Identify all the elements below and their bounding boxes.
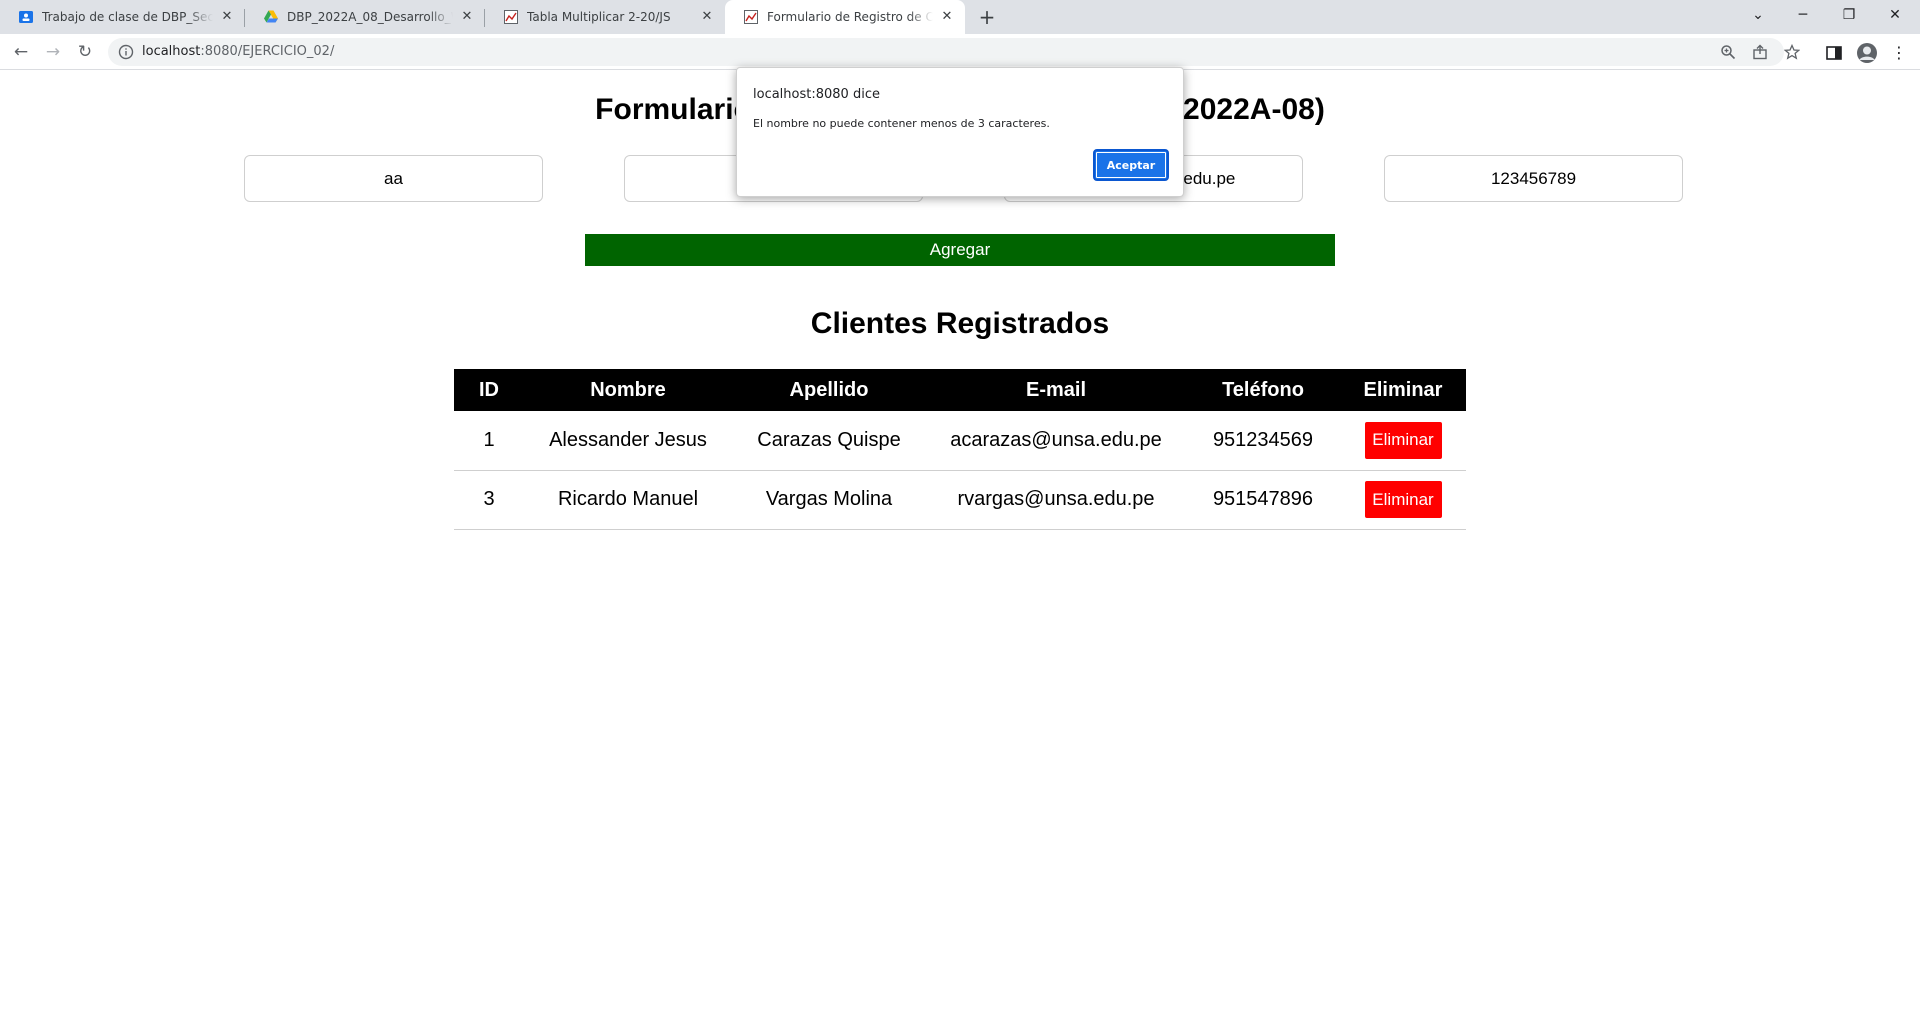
forward-button[interactable]: → [41, 40, 65, 64]
address-bar[interactable]: localhost:8080/EJERCICIO_02/ [108, 38, 1800, 66]
column-header-email: E-mail [926, 369, 1186, 411]
cell-telefono: 951547896 [1186, 470, 1340, 530]
close-window-button[interactable]: ✕ [1872, 0, 1918, 30]
classroom-icon [19, 11, 33, 23]
cell-id: 3 [454, 470, 524, 530]
url-host: localhost [142, 44, 201, 59]
cell-email: rvargas@unsa.edu.pe [926, 470, 1186, 530]
column-header-telefono: Teléfono [1186, 369, 1340, 411]
page-content: Formulario de Registro de Clientes (DBP … [0, 71, 1920, 1034]
section-title: Clientes Registrados [810, 307, 1110, 340]
minimize-button[interactable]: ─ [1780, 0, 1826, 30]
bookmark-star-icon[interactable] [1784, 44, 1800, 60]
browser-toolbar: ← → ↻ localhost:8080/EJERCICIO_02/ ⋮ [0, 34, 1920, 70]
table-row: 1 Alessander Jesus Carazas Quispe acaraz… [454, 411, 1466, 471]
delete-button[interactable]: Eliminar [1364, 421, 1442, 459]
tab-title: DBP_2022A_08_Desarrollo_Web_Gestión [287, 10, 453, 24]
close-icon[interactable]: ✕ [459, 9, 475, 25]
accept-button[interactable]: Aceptar [1093, 149, 1169, 181]
browser-tab[interactable]: DBP_2022A_08_Desarrollo_Web_Gestión ✕ [245, 0, 485, 34]
share-icon[interactable] [1752, 44, 1768, 60]
cell-telefono: 951234569 [1186, 411, 1340, 471]
url-path: :8080/EJERCICIO_02/ [200, 44, 335, 59]
table-row: 3 Ricardo Manuel Vargas Molina rvargas@u… [454, 470, 1466, 530]
side-panel-icon[interactable] [1825, 44, 1843, 62]
page-icon [504, 10, 518, 24]
column-header-id: ID [454, 369, 524, 411]
page-icon [744, 10, 758, 24]
cell-id: 1 [454, 411, 524, 471]
browser-tab[interactable]: Tabla Multiplicar 2-20/JS ✕ [485, 0, 725, 34]
browser-tab[interactable]: Trabajo de clase de DBP_SecA_2022 ✕ [0, 0, 245, 34]
restore-button[interactable]: ❐ [1826, 0, 1872, 30]
cell-action: Eliminar [1340, 470, 1466, 530]
cell-nombre: Ricardo Manuel [524, 470, 732, 530]
close-icon[interactable]: ✕ [219, 9, 235, 25]
telefono-input[interactable] [1384, 155, 1683, 202]
back-button[interactable]: ← [9, 40, 33, 64]
column-header-nombre: Nombre [524, 369, 732, 411]
info-icon[interactable] [118, 44, 134, 60]
cell-action: Eliminar [1340, 411, 1466, 471]
clients-table: ID Nombre Apellido E-mail Teléfono Elimi… [454, 369, 1466, 530]
cell-nombre: Alessander Jesus [524, 411, 732, 471]
browser-tab-active[interactable]: Formulario de Registro de Clientes ✕ [725, 0, 965, 34]
column-header-apellido: Apellido [732, 369, 926, 411]
tab-title: Formulario de Registro de Clientes [767, 10, 933, 24]
dialog-message: El nombre no puede contener menos de 3 c… [753, 117, 1050, 130]
close-icon[interactable]: ✕ [699, 9, 715, 25]
google-drive-icon [264, 10, 278, 23]
nombre-input[interactable] [244, 155, 543, 202]
tab-title: Tabla Multiplicar 2-20/JS [527, 10, 671, 24]
zoom-icon[interactable] [1720, 44, 1736, 60]
url-text: localhost:8080/EJERCICIO_02/ [142, 44, 334, 59]
dialog-title: localhost:8080 dice [753, 87, 880, 102]
table-header-row: ID Nombre Apellido E-mail Teléfono Elimi… [454, 369, 1466, 411]
menu-icon[interactable]: ⋮ [1887, 40, 1911, 64]
cell-apellido: Carazas Quispe [732, 411, 926, 471]
tab-search-icon[interactable]: ⌄ [1735, 0, 1781, 30]
reload-button[interactable]: ↻ [73, 40, 97, 64]
alert-dialog: localhost:8080 dice El nombre no puede c… [736, 67, 1184, 197]
add-button[interactable]: Agregar [585, 234, 1335, 266]
delete-button[interactable]: Eliminar [1364, 481, 1442, 518]
tab-title: Trabajo de clase de DBP_SecA_2022 [42, 10, 213, 24]
cell-email: acarazas@unsa.edu.pe [926, 411, 1186, 471]
close-icon[interactable]: ✕ [939, 9, 955, 25]
tab-strip: Trabajo de clase de DBP_SecA_2022 ✕ DBP_… [0, 0, 1920, 34]
profile-avatar[interactable] [1856, 42, 1878, 64]
new-tab-button[interactable]: + [975, 5, 999, 29]
cell-apellido: Vargas Molina [732, 470, 926, 530]
column-header-eliminar: Eliminar [1340, 369, 1466, 411]
